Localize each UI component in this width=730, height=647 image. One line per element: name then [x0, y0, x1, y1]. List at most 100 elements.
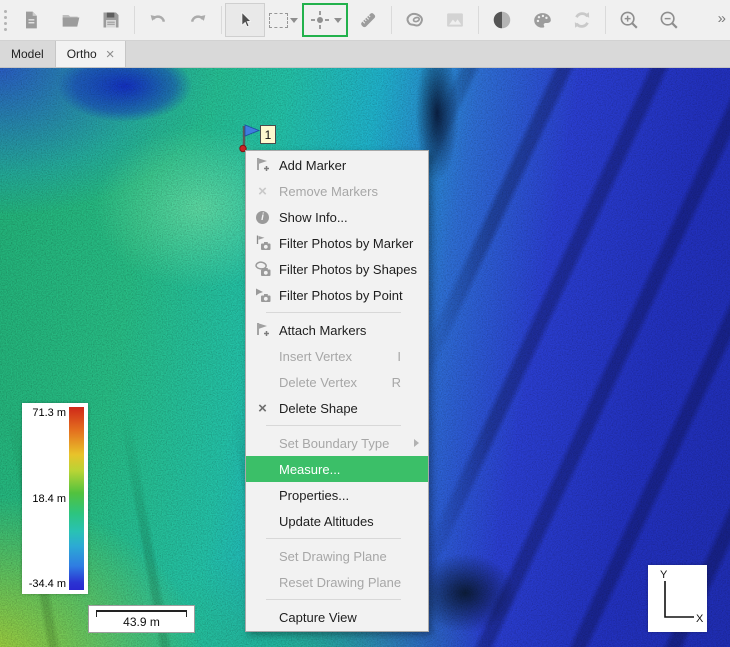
menu-item-filter-photos-by-point[interactable]: Filter Photos by Point [246, 282, 428, 308]
legend-labels: 71.3 m 18.4 m -34.4 m [26, 407, 69, 590]
menu-item-label: Attach Markers [279, 323, 366, 338]
marker-tool-button[interactable] [302, 3, 348, 37]
submenu-arrow-icon [414, 439, 419, 447]
menu-item-shortcut: I [397, 349, 401, 364]
axis-y-label: Y [660, 569, 668, 581]
legend-color-ramp [69, 407, 84, 590]
menu-item-label: Reset Drawing Plane [279, 575, 401, 590]
image-icon [444, 10, 466, 30]
legend-mid-label: 18.4 m [32, 493, 66, 505]
zoom-out-icon [658, 9, 680, 31]
marker-tool-icon [308, 8, 332, 32]
menu-item-label: Properties... [279, 488, 349, 503]
image-button[interactable] [435, 3, 475, 37]
menu-item-delete-vertex[interactable]: Delete Vertex R [246, 369, 428, 395]
tab-ortho[interactable]: Ortho × [56, 41, 127, 67]
menu-item-properties[interactable]: Properties... [246, 482, 428, 508]
shapes-camera-icon [246, 260, 279, 278]
zoom-in-button[interactable] [609, 3, 649, 37]
axis-x-label: X [696, 613, 704, 625]
draw-shapes-button[interactable] [395, 3, 435, 37]
refresh-icon [571, 9, 593, 31]
menu-item-filter-photos-by-marker[interactable]: Filter Photos by Marker [246, 230, 428, 256]
legend-min-label: -34.4 m [29, 578, 66, 590]
menu-item-set-drawing-plane[interactable]: Set Drawing Plane [246, 543, 428, 569]
toolbar-grip-handle[interactable] [4, 10, 7, 31]
menu-separator [266, 425, 401, 426]
menu-item-label: Remove Markers [279, 184, 378, 199]
axis-gizmo: Y X [648, 565, 707, 632]
scale-bar-label: 43.9 m [89, 615, 194, 629]
toolbar-separator [221, 6, 222, 34]
menu-item-label: Set Boundary Type [279, 436, 389, 451]
view-tab-bar: Model Ortho × [0, 41, 730, 68]
scale-bar: 43.9 m [88, 605, 195, 633]
menu-item-label: Filter Photos by Point [279, 288, 403, 303]
menu-item-delete-shape[interactable]: × Delete Shape [246, 395, 428, 421]
rectangle-selection-icon [269, 13, 288, 28]
redo-button[interactable] [178, 3, 218, 37]
elevation-legend: 71.3 m 18.4 m -34.4 m [22, 403, 88, 594]
cross-icon: × [246, 184, 279, 199]
undo-button[interactable] [138, 3, 178, 37]
menu-item-set-boundary-type[interactable]: Set Boundary Type [246, 430, 428, 456]
zoom-in-icon [618, 9, 640, 31]
ruler-button[interactable] [348, 3, 388, 37]
draw-shapes-icon [403, 9, 427, 31]
menu-item-label: Delete Vertex [279, 375, 357, 390]
menu-item-label: Delete Shape [279, 401, 358, 416]
axis-gizmo-icon: Y X [648, 565, 707, 632]
menu-item-shortcut: R [392, 375, 401, 390]
cross-icon: × [246, 401, 279, 416]
menu-item-update-altitudes[interactable]: Update Altitudes [246, 508, 428, 534]
menu-item-remove-markers[interactable]: × Remove Markers [246, 178, 428, 204]
chevron-down-icon[interactable] [290, 18, 298, 23]
menu-item-filter-photos-by-shapes[interactable]: Filter Photos by Shapes [246, 256, 428, 282]
undo-icon [147, 10, 169, 30]
refresh-button[interactable] [562, 3, 602, 37]
menu-item-reset-drawing-plane[interactable]: Reset Drawing Plane [246, 569, 428, 595]
menu-separator [266, 599, 401, 600]
new-document-icon [21, 10, 41, 30]
legend-max-label: 71.3 m [32, 407, 66, 419]
tab-ortho-label: Ortho [67, 47, 97, 61]
menu-item-label: Filter Photos by Shapes [279, 262, 417, 277]
contrast-icon [491, 9, 513, 31]
menu-item-show-info[interactable]: i Show Info... [246, 204, 428, 230]
flag-plus-icon [246, 321, 279, 339]
menu-item-label: Insert Vertex [279, 349, 352, 364]
tab-close-icon[interactable]: × [106, 47, 115, 62]
menu-item-measure[interactable]: Measure... [246, 456, 428, 482]
toolbar-separator [605, 6, 606, 34]
menu-item-attach-markers[interactable]: Attach Markers [246, 317, 428, 343]
menu-item-label: Show Info... [279, 210, 348, 225]
select-arrow-button[interactable] [225, 3, 265, 37]
contrast-button[interactable] [482, 3, 522, 37]
menu-item-add-marker[interactable]: Add Marker [246, 152, 428, 178]
flag-camera-icon [246, 234, 279, 252]
redo-icon [187, 10, 209, 30]
new-document-button[interactable] [11, 3, 51, 37]
point-camera-icon [246, 286, 279, 304]
menu-item-capture-view[interactable]: Capture View [246, 604, 428, 630]
tab-model[interactable]: Model [0, 41, 56, 67]
info-icon: i [246, 211, 279, 224]
menu-item-label: Update Altitudes [279, 514, 374, 529]
tab-model-label: Model [11, 47, 44, 61]
palette-button[interactable] [522, 3, 562, 37]
toolbar-overflow-button[interactable]: » [718, 10, 724, 27]
save-button[interactable] [91, 3, 131, 37]
toolbar-separator [391, 6, 392, 34]
menu-item-label: Measure... [279, 462, 340, 477]
menu-item-insert-vertex[interactable]: Insert Vertex I [246, 343, 428, 369]
menu-item-label: Filter Photos by Marker [279, 236, 413, 251]
open-folder-button[interactable] [51, 3, 91, 37]
select-arrow-icon [236, 10, 254, 30]
chevron-down-icon[interactable] [334, 18, 342, 23]
menu-separator [266, 538, 401, 539]
rectangle-selection-button[interactable] [265, 3, 302, 37]
toolbar: » [0, 0, 730, 41]
context-menu: Add Marker × Remove Markers i Show Info.… [245, 150, 429, 632]
zoom-out-button[interactable] [649, 3, 689, 37]
menu-item-label: Set Drawing Plane [279, 549, 387, 564]
